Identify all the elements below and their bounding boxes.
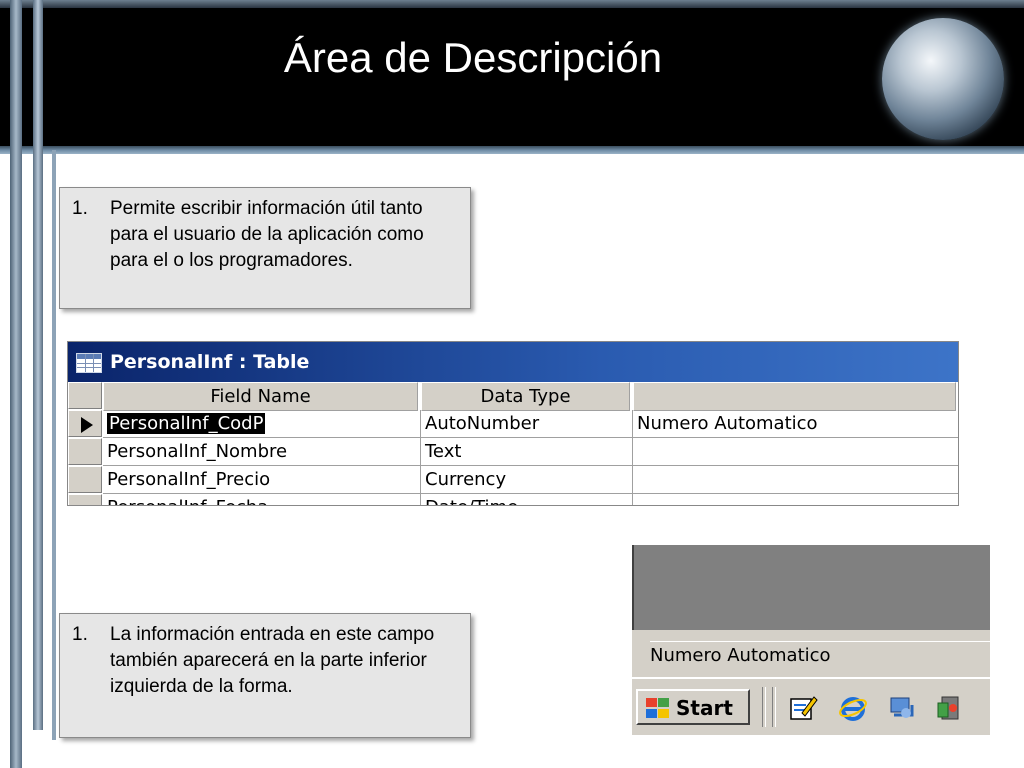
row-selector[interactable] xyxy=(68,466,102,493)
globe-icon xyxy=(882,18,1004,140)
taskbar-separator xyxy=(762,687,766,727)
slide-header: Área de Descripción xyxy=(0,0,1024,154)
data-type-cell[interactable]: AutoNumber xyxy=(421,410,633,438)
data-type-cell[interactable]: Date/Time xyxy=(421,494,633,505)
note-number: 1. xyxy=(72,624,88,645)
column-header-data-type[interactable]: Data Type xyxy=(421,382,630,411)
grid-header-row: Field Name Data Type xyxy=(68,382,958,411)
left-decor-line xyxy=(52,150,56,740)
note-box-status-bar: 1. La información entrada en este campo … xyxy=(59,613,471,738)
description-cell[interactable] xyxy=(633,438,958,466)
current-row-arrow-icon xyxy=(81,417,93,433)
table-design-window: PersonalInf : Table Field Name Data Type… xyxy=(67,341,959,506)
data-type-cell[interactable]: Currency xyxy=(421,466,633,494)
network-icon[interactable] xyxy=(886,693,916,723)
note-box-description: 1. Permite escribir información útil tan… xyxy=(59,187,471,309)
field-name-cell[interactable]: PersonalInf_Nombre xyxy=(103,438,421,466)
table-row[interactable]: PersonalInf_Fecha Date/Time xyxy=(68,494,958,505)
edit-icon[interactable] xyxy=(788,693,818,723)
table-window-titlebar[interactable]: PersonalInf : Table xyxy=(68,342,958,382)
left-decor-bar xyxy=(10,0,22,768)
table-icon xyxy=(76,353,102,373)
column-header-description[interactable] xyxy=(633,382,956,411)
table-row[interactable]: PersonalInf_CodP AutoNumber Numero Autom… xyxy=(68,410,958,438)
taskbar: Start xyxy=(632,677,990,735)
left-decor-bar-inner xyxy=(33,0,43,730)
start-button[interactable]: Start xyxy=(636,689,750,725)
column-header-field-name[interactable]: Field Name xyxy=(103,382,418,411)
start-label: Start xyxy=(676,696,733,720)
field-name-cell[interactable]: PersonalInf_Precio xyxy=(103,466,421,494)
note-text: La información entrada en este campo tam… xyxy=(110,624,435,697)
field-name-cell[interactable]: PersonalInf_Fecha xyxy=(103,494,421,505)
header-top-border xyxy=(0,0,1024,8)
description-cell[interactable] xyxy=(633,466,958,494)
note-text: Permite escribir información útil tanto … xyxy=(110,198,424,271)
data-type-cell[interactable]: Text xyxy=(421,438,633,466)
status-bar-text: Numero Automatico xyxy=(650,641,990,670)
row-selector[interactable] xyxy=(68,438,102,465)
description-cell[interactable]: Numero Automatico xyxy=(633,410,958,438)
form-area xyxy=(632,545,990,630)
windows-logo-icon xyxy=(644,697,670,719)
table-row[interactable]: PersonalInf_Precio Currency xyxy=(68,466,958,494)
field-name-cell[interactable]: PersonalInf_CodP xyxy=(103,410,421,438)
row-selector-header[interactable] xyxy=(68,382,102,409)
header-bottom-border xyxy=(0,146,1024,154)
note-number: 1. xyxy=(72,198,88,219)
description-cell[interactable] xyxy=(633,494,958,505)
media-icon[interactable] xyxy=(934,693,964,723)
windows-screen-fragment: Numero Automatico Start xyxy=(632,545,990,735)
internet-explorer-icon[interactable] xyxy=(838,693,868,723)
table-window-title: PersonalInf : Table xyxy=(110,351,310,373)
row-selector[interactable] xyxy=(68,494,102,505)
table-row[interactable]: PersonalInf_Nombre Text xyxy=(68,438,958,466)
taskbar-separator xyxy=(772,687,776,727)
slide-title: Área de Descripción xyxy=(283,34,663,81)
row-selector[interactable] xyxy=(68,410,102,437)
